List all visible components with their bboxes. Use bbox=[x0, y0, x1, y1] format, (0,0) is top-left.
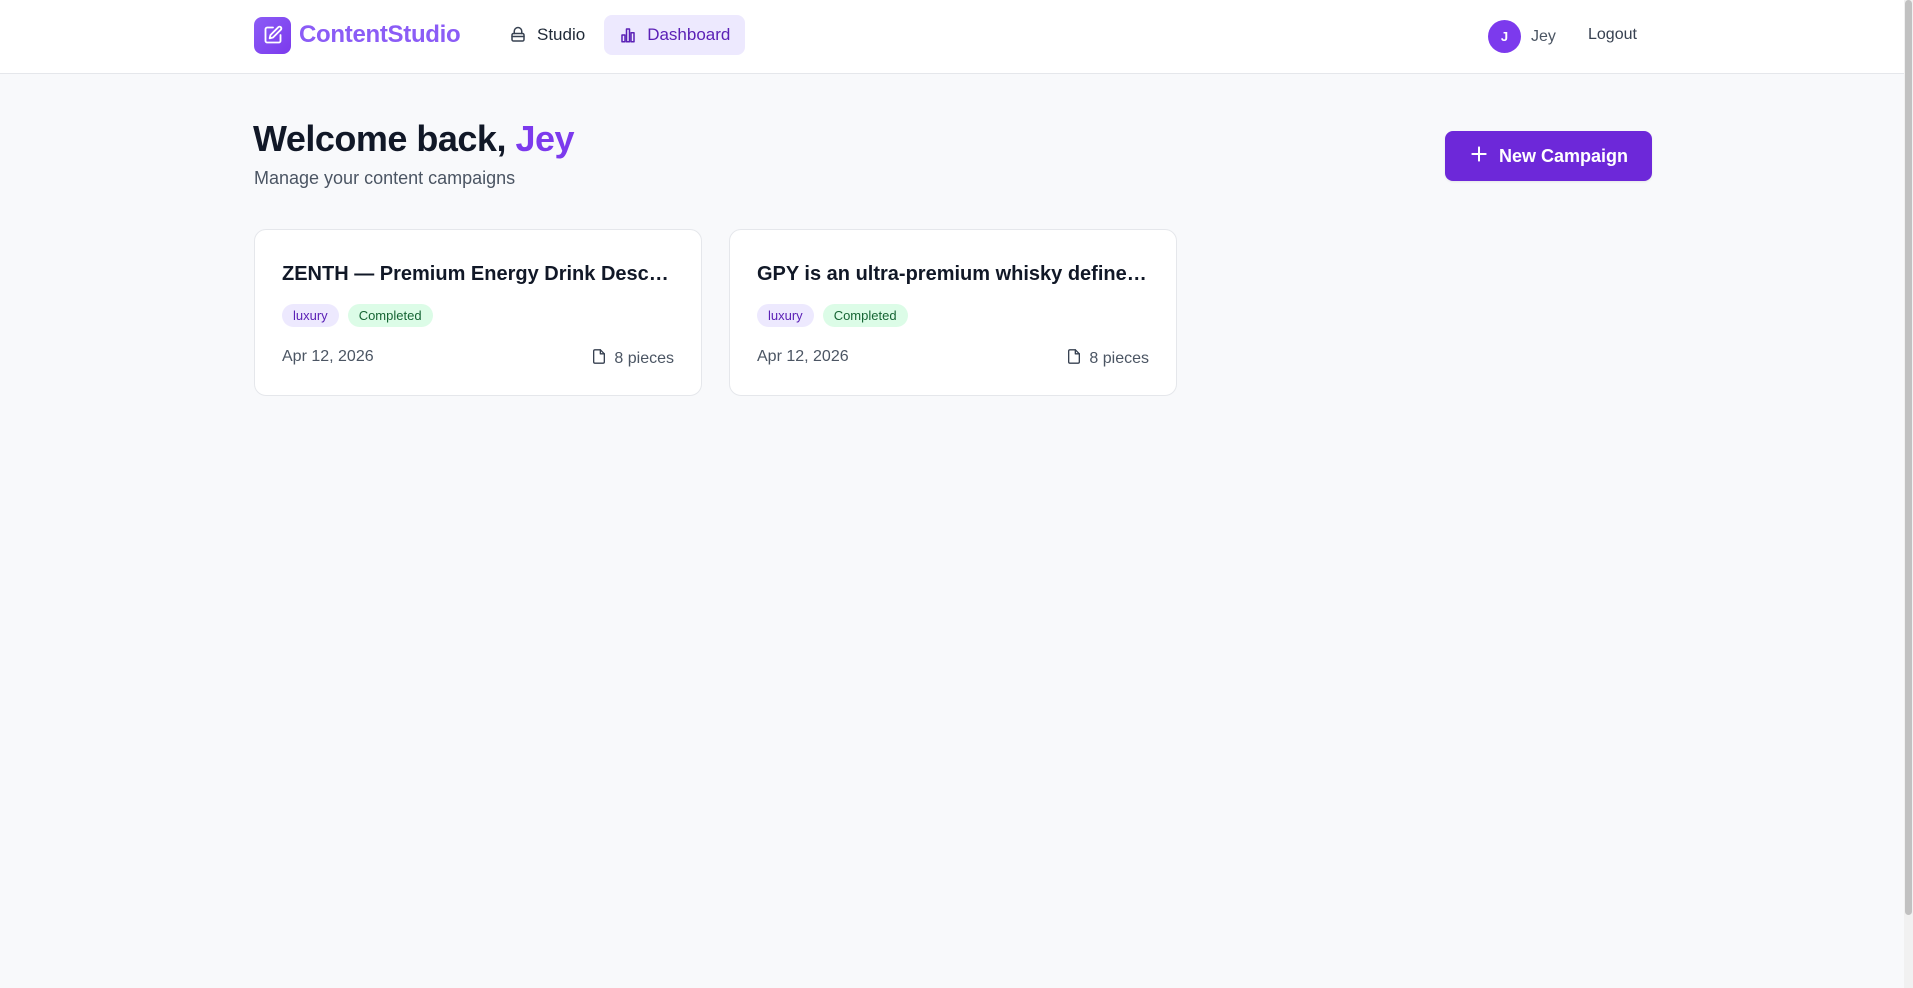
nav-item-label: Dashboard bbox=[647, 25, 731, 44]
campaign-card[interactable]: GPY is an ultra-premium whisky defined b… bbox=[729, 229, 1177, 396]
brand-home-link[interactable]: ContentStudio bbox=[254, 16, 461, 54]
studio-icon bbox=[509, 26, 527, 44]
campaign-title: GPY is an ultra-premium whisky defined b… bbox=[757, 263, 1151, 285]
campaign-tags: luxury Completed bbox=[282, 304, 433, 327]
logout-button[interactable]: Logout bbox=[1588, 26, 1637, 44]
campaign-date: Apr 12, 2026 bbox=[757, 348, 849, 365]
page-title: Welcome back, Jey bbox=[253, 118, 575, 160]
status-badge: Completed bbox=[822, 304, 908, 327]
page-scrollbar[interactable] bbox=[1904, 0, 1913, 988]
avatar: J bbox=[1488, 20, 1521, 53]
main-nav: Studio Dashboard bbox=[494, 15, 746, 55]
campaign-title: ZENTH — Premium Energy Drink Description bbox=[282, 263, 676, 285]
nav-item-dashboard[interactable]: Dashboard bbox=[604, 15, 746, 55]
campaign-card[interactable]: ZENTH — Premium Energy Drink Description… bbox=[254, 229, 702, 396]
campaign-pieces: 8 pieces bbox=[1066, 348, 1149, 370]
campaign-pieces: 8 pieces bbox=[591, 348, 674, 370]
page-subtitle: Manage your content campaigns bbox=[254, 168, 516, 188]
campaign-tags: luxury Completed bbox=[757, 304, 908, 327]
user-name: Jey bbox=[1531, 27, 1556, 45]
pieces-count: 8 pieces bbox=[614, 350, 674, 367]
category-badge: luxury bbox=[757, 304, 814, 327]
top-navbar: ContentStudio Studio Dashboard J Jey Log… bbox=[0, 0, 1904, 74]
plus-icon bbox=[1469, 144, 1489, 169]
edit-logo-icon bbox=[254, 16, 291, 54]
nav-item-studio[interactable]: Studio bbox=[494, 15, 600, 55]
pieces-count: 8 pieces bbox=[1089, 350, 1149, 367]
document-icon bbox=[1066, 348, 1082, 370]
campaign-date: Apr 12, 2026 bbox=[282, 348, 374, 365]
new-campaign-label: New Campaign bbox=[1498, 145, 1629, 166]
welcome-prefix: Welcome back, bbox=[253, 118, 506, 159]
user-menu[interactable]: J Jey bbox=[1488, 20, 1556, 53]
nav-item-label: Studio bbox=[537, 25, 586, 44]
new-campaign-button[interactable]: New Campaign bbox=[1445, 131, 1652, 181]
scrollbar-thumb[interactable] bbox=[1905, 0, 1912, 915]
welcome-name: Jey bbox=[515, 118, 575, 159]
category-badge: luxury bbox=[282, 304, 339, 327]
status-badge: Completed bbox=[347, 304, 433, 327]
document-icon bbox=[591, 348, 607, 370]
brand-name: ContentStudio bbox=[299, 21, 461, 48]
bar-chart-icon bbox=[619, 26, 637, 44]
